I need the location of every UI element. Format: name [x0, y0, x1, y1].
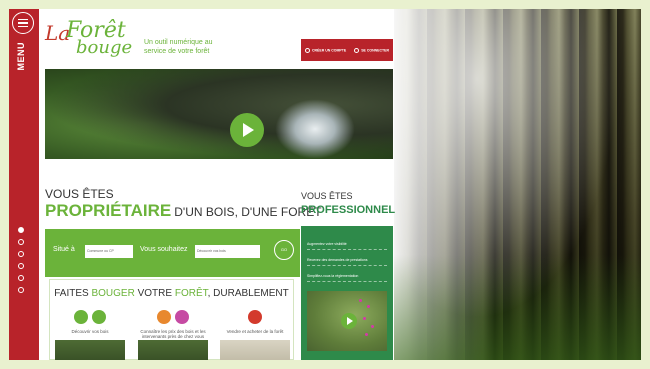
faites-title-p4: FORÊT: [174, 288, 208, 299]
map-image: [220, 340, 290, 360]
go-button[interactable]: GO: [274, 240, 294, 260]
section-dot-4[interactable]: [18, 263, 24, 269]
sidebar: MENU: [9, 9, 39, 360]
hamburger-menu-icon[interactable]: [12, 12, 34, 34]
section-dot-1[interactable]: [18, 227, 24, 233]
create-account-button[interactable]: CRÉER UN COMPTE: [304, 47, 347, 53]
header-account-bar: CRÉER UN COMPTE SE CONNECTER: [301, 39, 393, 61]
sell-column[interactable]: Vendre et acheter de la forêt: [220, 310, 290, 334]
choice-select[interactable]: Découvrir vos bois: [195, 245, 260, 258]
map-pin: [359, 299, 362, 302]
section-dot-2[interactable]: [18, 239, 24, 245]
discover-image: [55, 340, 125, 360]
waterfall-image: [275, 99, 355, 159]
viewport-frame: MENU La Forêt bouge Un outil numérique a…: [9, 9, 641, 360]
menu-label[interactable]: MENU: [16, 42, 26, 71]
faites-title-p1: FAITES: [54, 288, 92, 299]
map-pin: [367, 305, 370, 308]
login-label: SE CONNECTER: [361, 47, 389, 52]
prices-label: Connaître les prix des bois et les inter…: [140, 329, 206, 339]
download-icon: [92, 310, 106, 324]
logo-bouge: bouge: [76, 37, 133, 58]
sell-label: Vendre et acheter de la forêt: [226, 329, 284, 334]
login-button[interactable]: SE CONNECTER: [354, 47, 389, 53]
discover-column[interactable]: Découvrir vos bois: [55, 310, 125, 334]
map-pin: [365, 333, 368, 336]
situe-label: Situé à: [53, 246, 75, 253]
pro-item-regulation[interactable]: Simplifiez-vous la réglementation: [307, 274, 387, 282]
prices-image: [138, 340, 208, 360]
section-dot-5[interactable]: [18, 275, 24, 281]
owner-search-bar: Situé à Commune ou CP Vous souhaitez Déc…: [45, 229, 300, 277]
location-pin-icon: [248, 310, 262, 324]
pro-item-requests[interactable]: Recevez des demandes de prestations: [307, 258, 387, 266]
owner-title: PROPRIÉTAIRE: [45, 201, 172, 220]
pro-item-visibility[interactable]: Augmentez votre visibilité: [307, 242, 387, 250]
forest-light-overlay: [389, 9, 641, 360]
discover-label: Découvrir vos bois: [71, 329, 109, 334]
map-pin: [371, 325, 374, 328]
faites-bouger-panel: FAITES BOUGER VOTRE FORÊT, DURABLEMENT D…: [49, 279, 294, 360]
owner-intro: VOUS ÊTES: [45, 187, 114, 201]
play-icon[interactable]: [341, 313, 357, 329]
create-account-label: CRÉER UN COMPTE: [311, 47, 347, 52]
diamond-icon: [175, 310, 189, 324]
play-icon[interactable]: [230, 113, 264, 147]
pro-intro: VOUS ÊTES: [301, 191, 353, 201]
section-dot-3[interactable]: [18, 251, 24, 257]
professional-column: VOUS ÊTES PROFESSIONNEL Augmentez votre …: [299, 189, 396, 360]
faites-title-p2: BOUGER: [91, 288, 135, 299]
pro-map-video[interactable]: [307, 291, 387, 351]
owner-heading: PROPRIÉTAIRE D'UN BOIS, D'UNE FORÊT: [45, 201, 322, 221]
map-pin: [363, 317, 366, 320]
section-dot-6[interactable]: [18, 287, 24, 293]
faites-title-p5: , DURABLEMENT: [207, 288, 289, 299]
souhaitez-label: Vous souhaitez: [140, 246, 188, 253]
prices-column[interactable]: Connaître les prix des bois et les inter…: [138, 310, 208, 339]
tree-icon: [74, 310, 88, 324]
power-icon: [354, 47, 360, 53]
pro-panel: Augmentez votre visibilité Recevez des d…: [301, 226, 393, 360]
tagline: Un outil numérique au service de votre f…: [144, 39, 213, 55]
commune-input[interactable]: Commune ou CP: [85, 245, 133, 258]
user-icon: [304, 47, 310, 53]
site-mockup: La Forêt bouge Un outil numérique au ser…: [39, 9, 396, 360]
faites-title-p3: VOTRE: [134, 288, 175, 299]
faites-title: FAITES BOUGER VOTRE FORÊT, DURABLEMENT: [50, 288, 293, 299]
pro-title: PROFESSIONNEL: [301, 204, 396, 216]
coin-icon: [157, 310, 171, 324]
hero-video[interactable]: [45, 69, 393, 159]
